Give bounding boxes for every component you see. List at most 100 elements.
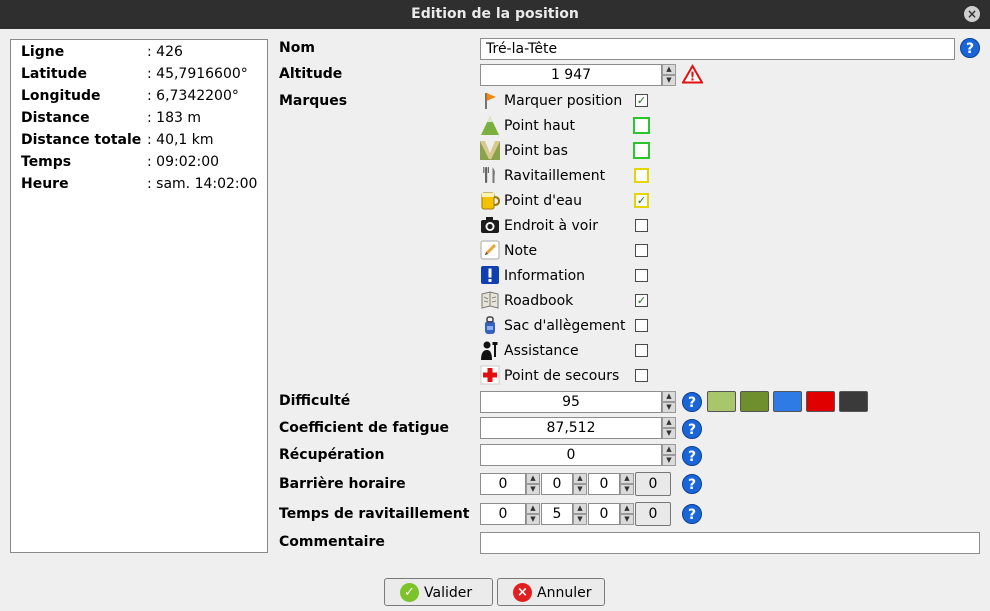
altitude-spinner[interactable]: ▲ ▼ [662, 64, 676, 86]
checkbox-information[interactable] [635, 269, 648, 282]
help-icon[interactable]: ? [682, 504, 702, 524]
spin-up-icon[interactable]: ▲ [662, 444, 676, 455]
commentaire-value [481, 535, 486, 551]
warning-icon: ! [682, 64, 703, 84]
info-key: Distance totale [21, 132, 142, 148]
ravit-seconds-input[interactable]: 0 [588, 503, 620, 525]
mark-label: Point bas [504, 143, 568, 159]
ravit-hours-spinner[interactable]: ▲ ▼ [526, 503, 540, 525]
difficulte-spinner[interactable]: ▲ ▼ [662, 391, 676, 413]
spin-up-icon[interactable]: ▲ [620, 503, 634, 514]
spin-up-icon[interactable]: ▲ [573, 473, 587, 484]
nom-value: Tré-la-Tête [486, 41, 558, 57]
checkbox-ravitaillement[interactable] [634, 168, 649, 183]
mark-label: Marquer position [504, 93, 623, 109]
commentaire-label: Commentaire [279, 534, 385, 550]
checkbox-assistance[interactable] [635, 344, 648, 357]
difficulty-color-black[interactable] [839, 391, 868, 412]
spin-up-icon[interactable]: ▲ [662, 417, 676, 428]
spin-down-icon[interactable]: ▼ [526, 514, 540, 525]
difficulty-color-light-green[interactable] [707, 391, 736, 412]
checkbox-endroit-a-voir[interactable] [635, 219, 648, 232]
spin-down-icon[interactable]: ▼ [620, 484, 634, 495]
checkbox-note[interactable] [635, 244, 648, 257]
spin-up-icon[interactable]: ▲ [526, 503, 540, 514]
difficulte-input[interactable]: 95 [480, 391, 662, 413]
info-value: : 09:02:00 [147, 154, 220, 170]
water-mug-icon [481, 192, 500, 210]
fork-knife-icon [483, 167, 495, 183]
altitude-input[interactable]: 1 947 [480, 64, 662, 86]
commentaire-input[interactable] [480, 532, 980, 554]
barriere-reset-button[interactable]: 0 [635, 472, 671, 496]
checkbox-point-haut[interactable] [633, 117, 650, 134]
spin-down-icon[interactable]: ▼ [662, 75, 676, 86]
fatigue-spinner[interactable]: ▲ ▼ [662, 417, 676, 439]
checkbox-sac-d-allegement[interactable] [635, 319, 648, 332]
valley-icon [480, 141, 500, 160]
recuperation-spinner[interactable]: ▲ ▼ [662, 444, 676, 466]
spin-down-icon[interactable]: ▼ [526, 484, 540, 495]
mark-label: Endroit à voir [504, 218, 598, 234]
info-key: Heure [21, 176, 69, 192]
mark-label: Point de secours [504, 368, 620, 384]
ravit-reset-button[interactable]: 0 [635, 502, 671, 526]
spin-up-icon[interactable]: ▲ [662, 391, 676, 402]
info-key: Longitude [21, 88, 101, 104]
spin-up-icon[interactable]: ▲ [573, 503, 587, 514]
recuperation-input[interactable]: 0 [480, 444, 662, 466]
ravit-seconds-spinner[interactable]: ▲ ▼ [620, 503, 634, 525]
checkbox-point-de-secours[interactable] [635, 369, 648, 382]
mark-label: Note [504, 243, 538, 259]
help-icon[interactable]: ? [682, 474, 702, 494]
valider-button[interactable]: ✓ Valider [384, 578, 493, 606]
barriere-hours-input[interactable]: 0 [480, 473, 526, 495]
checkbox-point-bas[interactable] [633, 142, 650, 159]
difficulty-color-blue[interactable] [773, 391, 802, 412]
spin-down-icon[interactable]: ▼ [662, 428, 676, 439]
info-value: : 40,1 km [147, 132, 214, 148]
spin-down-icon[interactable]: ▼ [662, 402, 676, 413]
spin-up-icon[interactable]: ▲ [620, 473, 634, 484]
barriere-seconds-spinner[interactable]: ▲ ▼ [620, 473, 634, 495]
difficulty-color-red[interactable] [806, 391, 835, 412]
title-bar: Edition de la position × [0, 0, 990, 29]
spin-down-icon[interactable]: ▼ [573, 484, 587, 495]
annuler-button[interactable]: × Annuler [497, 578, 605, 606]
checkbox-point-d-eau[interactable]: ✓ [634, 193, 649, 208]
help-icon[interactable]: ? [682, 446, 702, 466]
spin-down-icon[interactable]: ▼ [662, 455, 676, 466]
ravit-minutes-input[interactable]: 5 [541, 503, 573, 525]
checkbox-marquer-position[interactable]: ✓ [635, 94, 648, 107]
barriere-seconds-input[interactable]: 0 [588, 473, 620, 495]
close-icon[interactable]: × [964, 6, 980, 22]
spin-up-icon[interactable]: ▲ [526, 473, 540, 484]
nom-label: Nom [279, 40, 315, 56]
help-icon[interactable]: ? [960, 38, 980, 58]
difficulty-color-dark-green[interactable] [740, 391, 769, 412]
exclamation-icon [481, 266, 499, 284]
checkbox-roadbook[interactable]: ✓ [635, 294, 648, 307]
spin-up-icon[interactable]: ▲ [662, 64, 676, 75]
ravit-minutes-spinner[interactable]: ▲ ▼ [573, 503, 587, 525]
annuler-label: Annuler [537, 585, 592, 601]
barriere-hours-spinner[interactable]: ▲ ▼ [526, 473, 540, 495]
cancel-icon: × [513, 583, 532, 602]
altitude-label: Altitude [279, 66, 343, 82]
spin-down-icon[interactable]: ▼ [573, 514, 587, 525]
info-key: Distance [21, 110, 90, 126]
barriere-minutes-input[interactable]: 0 [541, 473, 573, 495]
valider-label: Valider [424, 585, 473, 601]
pencil-note-icon [480, 240, 500, 260]
marques-label: Marques [279, 93, 348, 109]
recuperation-label: Récupération [279, 447, 385, 463]
help-icon[interactable]: ? [682, 419, 702, 439]
spin-down-icon[interactable]: ▼ [620, 514, 634, 525]
help-icon[interactable]: ? [682, 392, 702, 412]
nom-input[interactable]: Tré-la-Tête [480, 38, 955, 60]
fatigue-input[interactable]: 87,512 [480, 417, 662, 439]
ravit-hours-input[interactable]: 0 [480, 503, 526, 525]
mark-label: Sac d'allègement [504, 318, 626, 334]
window-title: Edition de la position [411, 6, 579, 22]
barriere-minutes-spinner[interactable]: ▲ ▼ [573, 473, 587, 495]
